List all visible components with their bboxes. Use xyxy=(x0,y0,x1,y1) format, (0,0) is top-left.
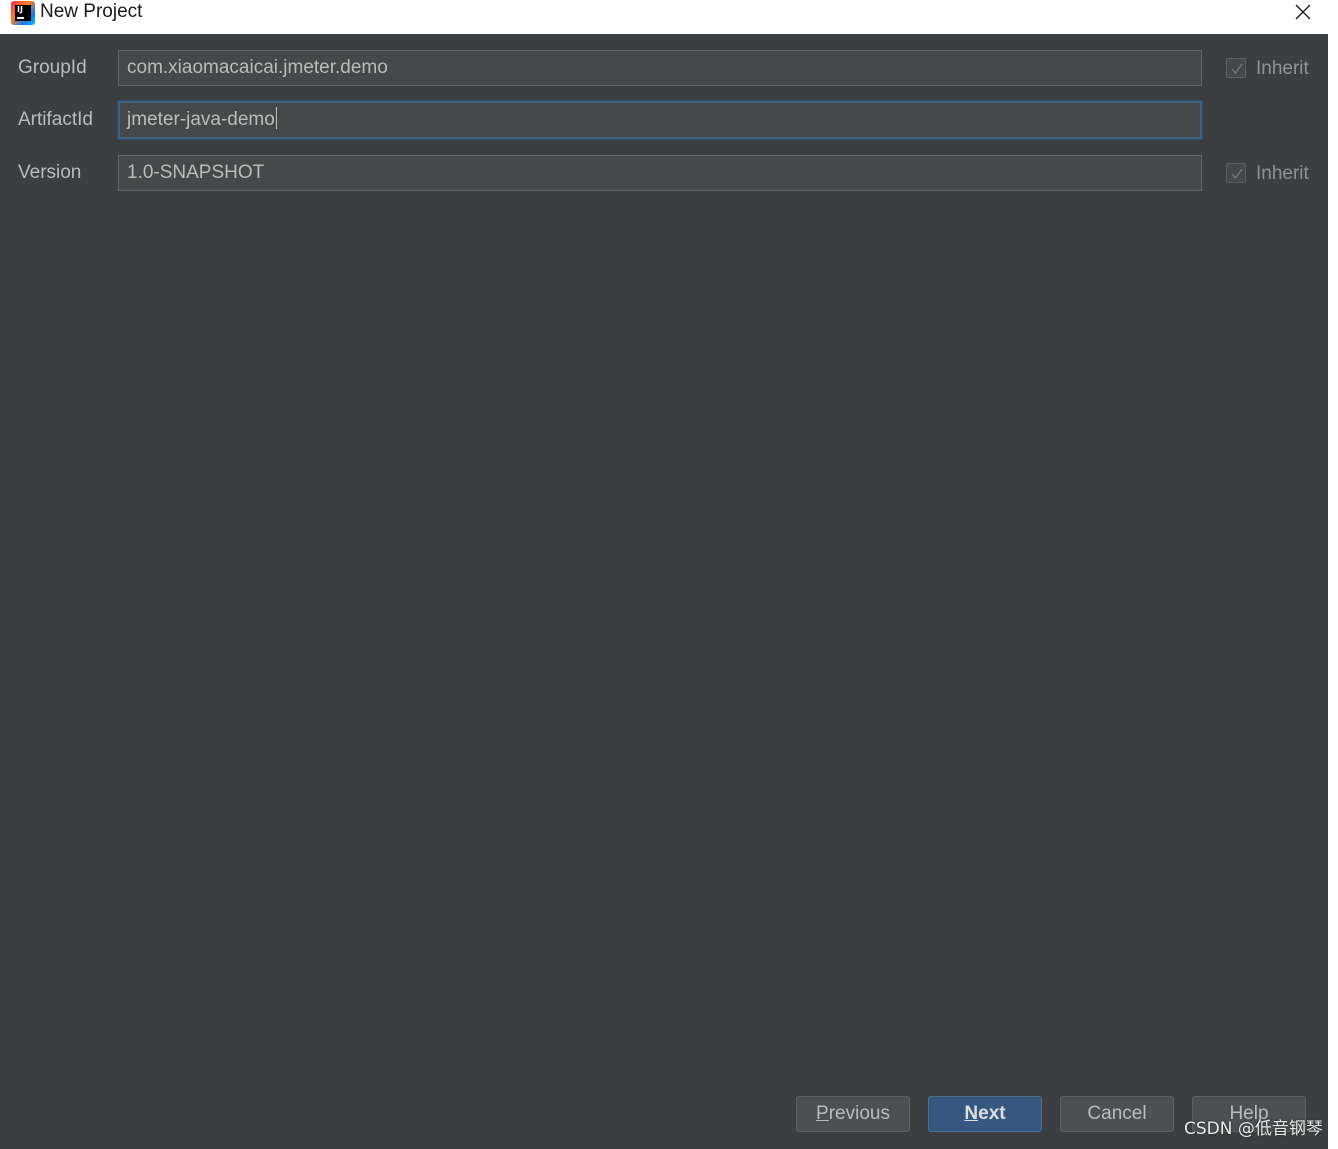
previous-button[interactable]: Previous xyxy=(796,1096,910,1132)
cancel-button[interactable]: Cancel xyxy=(1060,1096,1174,1132)
group-id-input[interactable]: com.xiaomacaicai.jmeter.demo xyxy=(118,50,1202,86)
checkmark-icon xyxy=(1231,168,1243,180)
inherit-label: Inherit xyxy=(1256,58,1309,79)
intellij-idea-icon: IJ xyxy=(11,1,35,25)
artifact-id-label: ArtifactId xyxy=(18,109,93,130)
window-title: New Project xyxy=(40,1,143,22)
version-input[interactable]: 1.0-SNAPSHOT xyxy=(118,155,1202,191)
checkmark-icon xyxy=(1231,63,1243,75)
group-id-label: GroupId xyxy=(18,57,87,78)
close-button[interactable] xyxy=(1288,0,1318,24)
title-bar: IJ New Project xyxy=(0,0,1328,34)
version-label: Version xyxy=(18,162,82,183)
new-project-dialog: GroupId com.xiaomacaicai.jmeter.demo Inh… xyxy=(0,34,1328,1149)
inherit-label: Inherit xyxy=(1256,163,1309,184)
group-id-value: com.xiaomacaicai.jmeter.demo xyxy=(127,57,388,78)
close-icon xyxy=(1295,4,1311,20)
text-caret xyxy=(275,107,277,129)
watermark: CSDN @低音钢琴 xyxy=(1184,1119,1323,1139)
artifact-id-value: jmeter-java-demo xyxy=(127,109,275,130)
next-button[interactable]: Next xyxy=(928,1096,1042,1132)
window-edge xyxy=(1328,0,1338,1149)
checkbox-box xyxy=(1226,58,1246,78)
artifact-id-input[interactable]: jmeter-java-demo xyxy=(118,101,1202,139)
checkbox-box xyxy=(1226,163,1246,183)
version-value: 1.0-SNAPSHOT xyxy=(127,162,265,183)
